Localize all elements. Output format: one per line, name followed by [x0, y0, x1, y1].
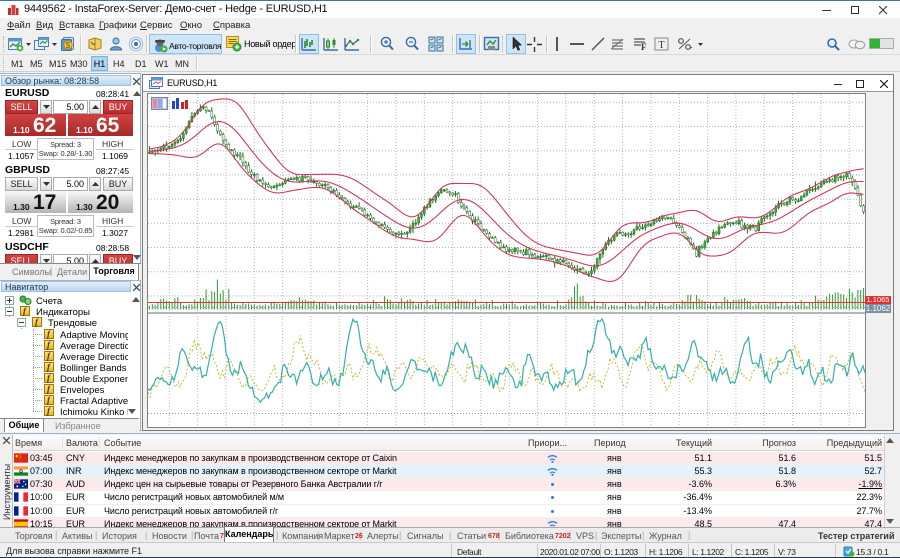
svg-text:$: $ — [66, 41, 71, 50]
svg-text:F: F — [641, 42, 647, 51]
svg-text:T: T — [658, 40, 664, 51]
